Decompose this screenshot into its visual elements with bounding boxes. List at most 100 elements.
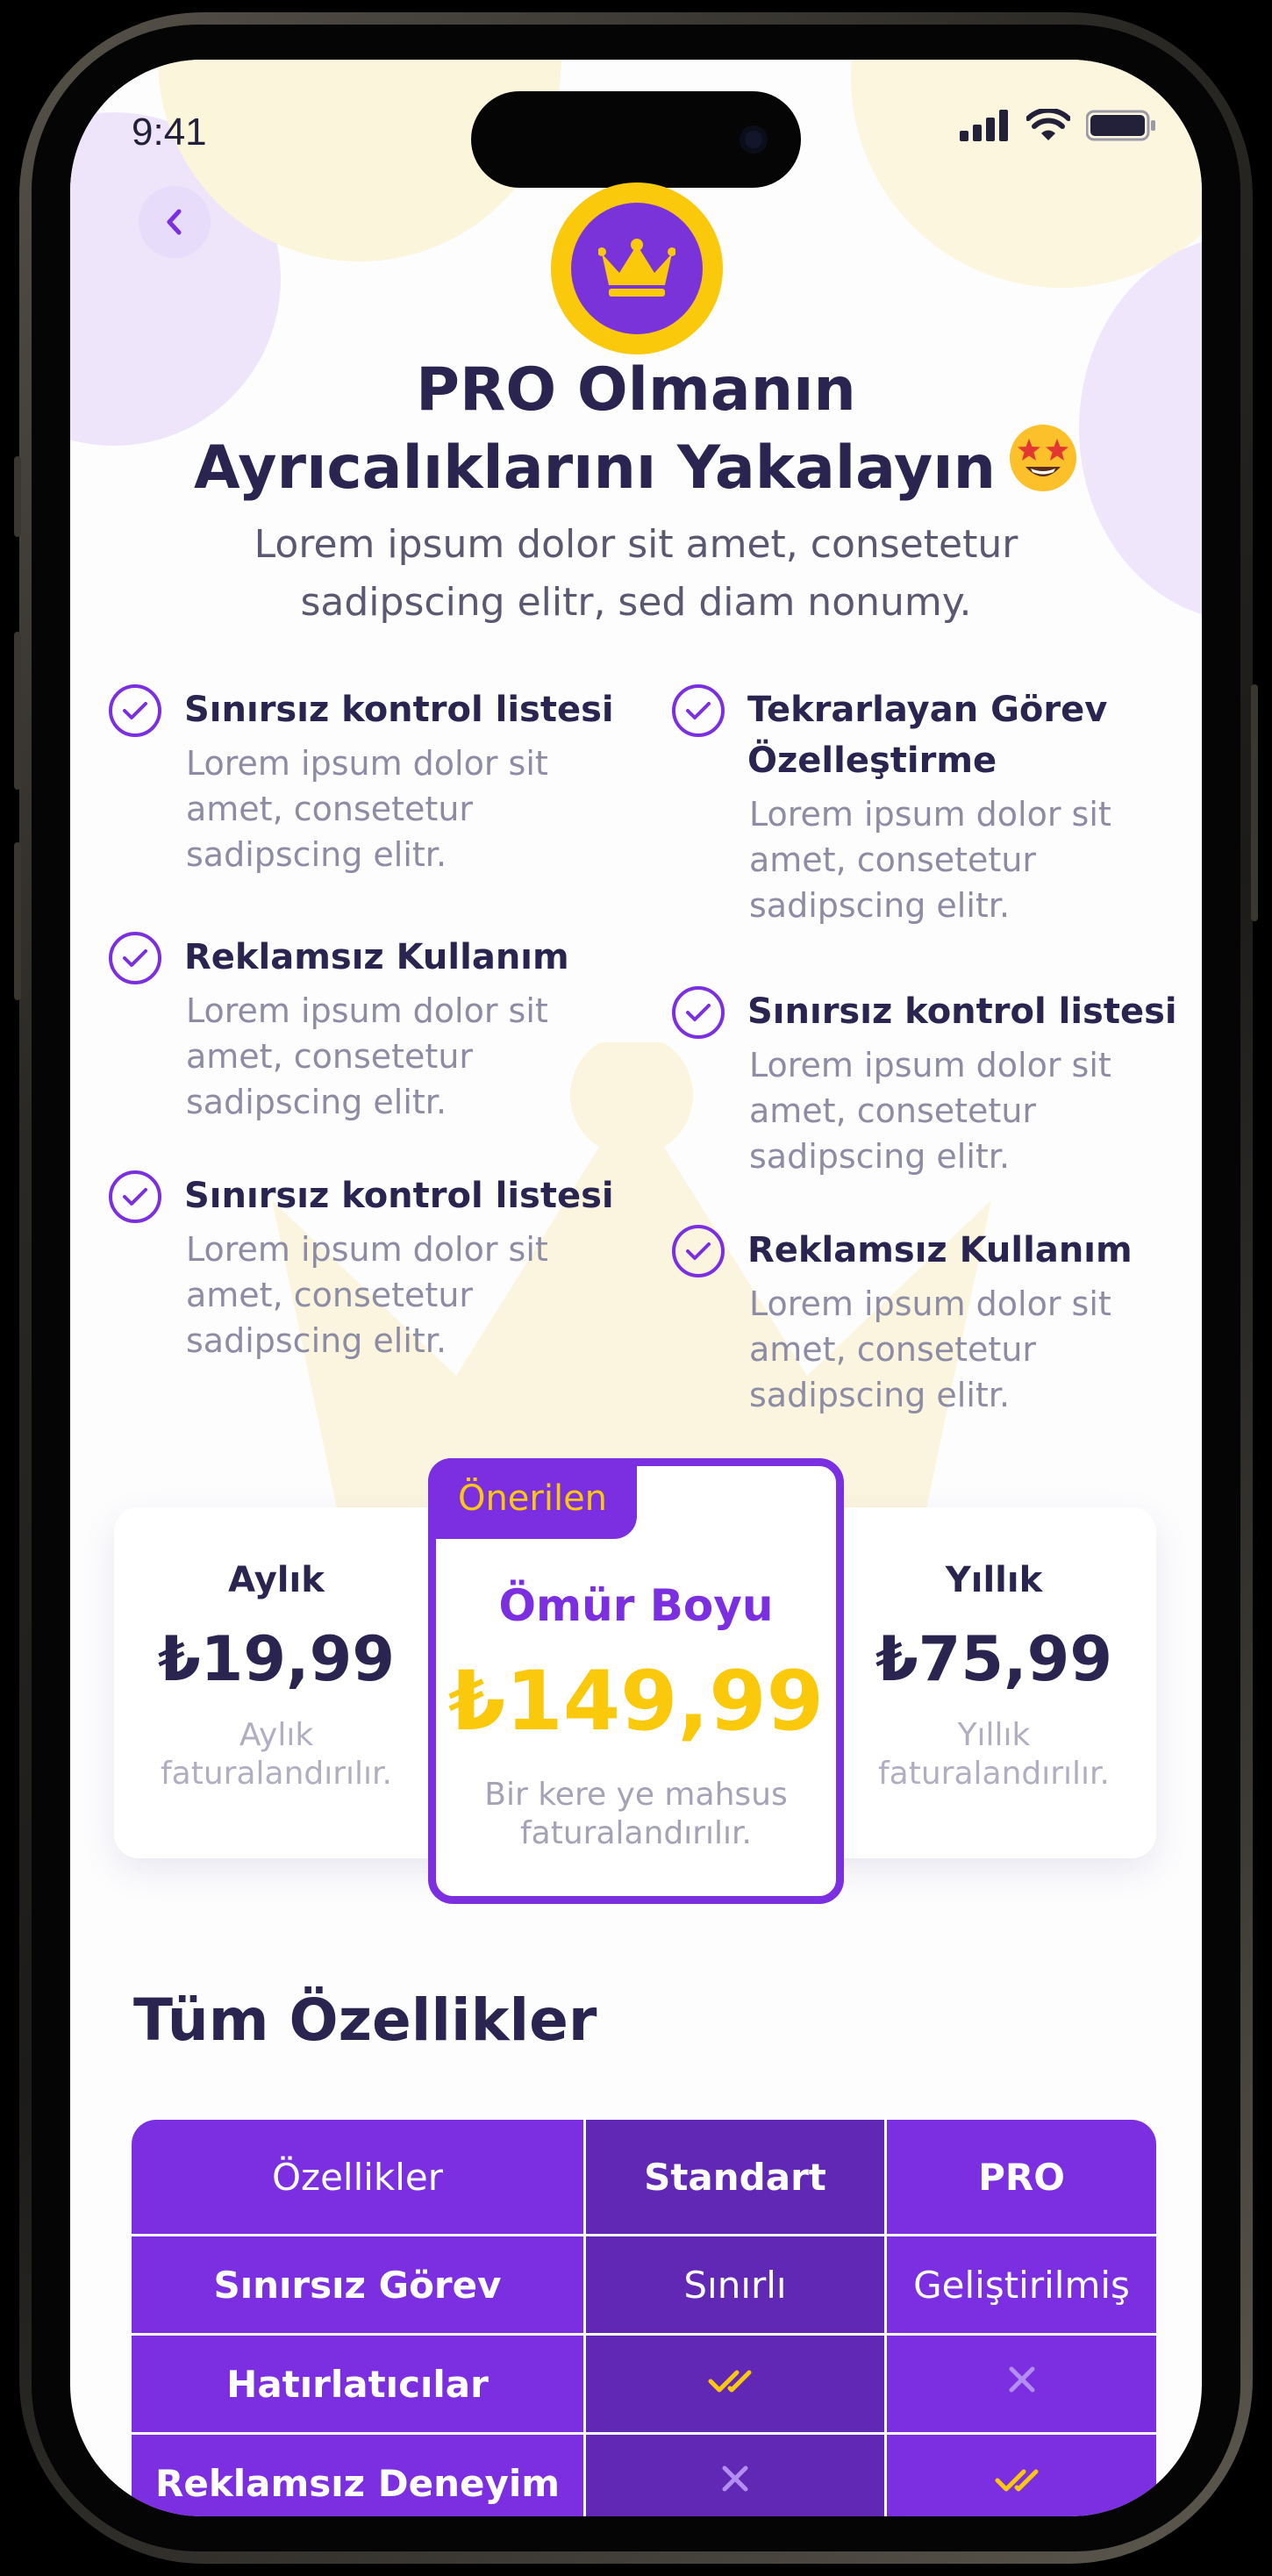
- feature-desc-line: sadipscing elitr.: [749, 1376, 1011, 1414]
- feature-description: Lorem ipsum dolor sit amet, consetetur s…: [186, 741, 618, 877]
- volume-up-button: [14, 632, 21, 790]
- table-header-cell: PRO: [887, 2120, 1156, 2236]
- page-title-line2-text: Ayrıcalıklarını Yakalayın: [194, 433, 996, 503]
- power-button: [1251, 684, 1258, 921]
- page-subtitle: Lorem ipsum dolor sit amet, consetetur s…: [202, 516, 1070, 632]
- table-cell-pro: [887, 2336, 1156, 2435]
- feature-desc-line: amet, consetetur: [749, 841, 1037, 879]
- feature-desc-line: sadipscing elitr.: [186, 835, 447, 874]
- double-check-icon: [708, 2370, 752, 2392]
- camera-icon: [740, 125, 768, 154]
- table-row: Sınırsız Görev Sınırlı Geliştirilmiş: [132, 2236, 1156, 2336]
- status-icons: [960, 109, 1156, 142]
- cellular-signal-icon: [960, 110, 1008, 141]
- feature-item: Sınırsız kontrol listesi Lorem ipsum dol…: [109, 1170, 618, 1363]
- feature-desc-line: Lorem ipsum dolor sit: [749, 1046, 1111, 1084]
- check-circle-icon: [672, 1225, 725, 1277]
- page-title-line2: Ayrıcalıklarını Yakalayın: [70, 423, 1202, 506]
- feature-title-line: Tekrarlayan Görev: [747, 690, 1108, 730]
- pro-badge: [551, 182, 723, 354]
- plan-price: ₺75,99: [875, 1623, 1113, 1695]
- cross-icon: [1009, 2366, 1034, 2393]
- feature-item: Tekrarlayan Görev Özelleştirme Lorem ips…: [672, 684, 1181, 928]
- check-circle-icon: [109, 932, 161, 984]
- app-screen: 9:41 PRO Olmanın Ayrıcalıklarını Yakalay…: [70, 60, 1202, 2516]
- cross-icon: [722, 2465, 748, 2492]
- table-header-row: Özellikler Standart PRO: [132, 2120, 1156, 2236]
- status-time: 9:41: [132, 111, 207, 154]
- feature-title: Reklamsız Kullanım: [184, 937, 569, 977]
- feature-desc-line: sadipscing elitr.: [749, 1137, 1011, 1176]
- plan-billing-note: Yıllık faturalandırılır.: [832, 1716, 1156, 1793]
- subtitle-line1: Lorem ipsum dolor sit amet, consetetur: [254, 522, 1018, 567]
- chevron-left-icon: [167, 209, 182, 235]
- plan-note-line: faturalandırılır.: [877, 1756, 1110, 1792]
- battery-icon: [1086, 110, 1155, 141]
- feature-desc-line: Lorem ipsum dolor sit: [186, 1230, 548, 1269]
- table-cell-standard: Sınırlı: [586, 2236, 887, 2336]
- check-circle-icon: [109, 1170, 161, 1223]
- subtitle-line2: sadipscing elitr, sed diam nonumy.: [300, 580, 972, 625]
- plan-billing-note: Aylık faturalandırılır.: [114, 1716, 439, 1793]
- table-cell-pro: [887, 2435, 1156, 2516]
- feature-desc-line: Lorem ipsum dolor sit: [749, 795, 1111, 834]
- plan-note-line: faturalandırılır.: [519, 1815, 752, 1851]
- table-cell-feature: Sınırsız Görev: [132, 2236, 586, 2336]
- feature-title: Tekrarlayan Görev Özelleştirme: [747, 684, 1181, 786]
- feature-desc-line: amet, consetetur: [749, 1091, 1037, 1130]
- table-cell-feature: Hatırlatıcılar: [132, 2336, 586, 2435]
- plan-yearly[interactable]: Yıllık ₺75,99 Yıllık faturalandırılır.: [832, 1507, 1156, 1858]
- table-cell-standard: [586, 2435, 887, 2516]
- volume-down-button: [14, 842, 21, 1000]
- section-title: Tüm Özellikler: [133, 1986, 597, 2054]
- feature-title: Reklamsız Kullanım: [747, 1230, 1133, 1270]
- back-button[interactable]: [139, 186, 211, 258]
- feature-title: Sınırsız kontrol listesi: [747, 991, 1177, 1032]
- feature-desc-line: Lorem ipsum dolor sit: [186, 991, 548, 1030]
- plan-billing-note: Bir kere ye mahsus faturalandırılır.: [436, 1776, 836, 1853]
- crown-icon: [598, 239, 675, 297]
- feature-desc-line: amet, consetetur: [186, 790, 474, 828]
- dynamic-island: [471, 91, 801, 188]
- plan-name: Aylık: [228, 1560, 325, 1600]
- plan-lifetime[interactable]: Önerilen Ömür Boyu ₺149,99 Bir kere ye m…: [428, 1458, 844, 1904]
- plan-note-line: Bir kere ye mahsus: [484, 1777, 788, 1813]
- feature-desc-line: amet, consetetur: [749, 1330, 1037, 1369]
- page-title-line1: PRO Olmanın: [416, 355, 856, 425]
- feature-title: Sınırsız kontrol listesi: [184, 690, 614, 730]
- table-cell-standard: [586, 2336, 887, 2435]
- feature-item: Reklamsız Kullanım Lorem ipsum dolor sit…: [109, 932, 618, 1125]
- feature-desc-line: amet, consetetur: [186, 1037, 474, 1076]
- page-title: PRO Olmanın Ayrıcalıklarını Yakalayın: [70, 358, 1202, 506]
- silent-switch: [14, 456, 21, 537]
- table-cell-feature: Reklamsız Deneyim: [132, 2435, 586, 2516]
- feature-item: Sınırsız kontrol listesi Lorem ipsum dol…: [672, 986, 1181, 1179]
- feature-description: Lorem ipsum dolor sit amet, consetetur s…: [186, 1227, 618, 1363]
- feature-description: Lorem ipsum dolor sit amet, consetetur s…: [186, 988, 618, 1125]
- table-header-cell: Standart: [586, 2120, 887, 2236]
- plan-name: Yıllık: [945, 1560, 1043, 1600]
- feature-description: Lorem ipsum dolor sit amet, consetetur s…: [749, 791, 1181, 928]
- check-circle-icon: [672, 684, 725, 737]
- star-struck-emoji-icon: [1008, 423, 1078, 506]
- plan-note-line: Aylık: [239, 1717, 314, 1753]
- feature-item: Sınırsız kontrol listesi Lorem ipsum dol…: [109, 684, 618, 877]
- plan-price: ₺149,99: [447, 1654, 825, 1750]
- feature-title-line: Özelleştirme: [747, 741, 997, 781]
- plan-name: Ömür Boyu: [498, 1580, 774, 1631]
- comparison-table: Özellikler Standart PRO Sınırsız Görev S…: [132, 2120, 1156, 2516]
- wifi-icon: [1026, 109, 1070, 140]
- plan-monthly[interactable]: Aylık ₺19,99 Aylık faturalandırılır.: [114, 1507, 439, 1858]
- bg-circle-top-right: [851, 60, 1202, 288]
- check-circle-icon: [109, 684, 161, 737]
- check-circle-icon: [672, 986, 725, 1039]
- feature-desc-line: amet, consetetur: [186, 1276, 474, 1314]
- feature-desc-line: Lorem ipsum dolor sit: [186, 744, 548, 783]
- double-check-icon: [995, 2469, 1038, 2491]
- feature-title: Sınırsız kontrol listesi: [184, 1176, 614, 1216]
- table-cell-pro: Geliştirilmiş: [887, 2236, 1156, 2336]
- feature-description: Lorem ipsum dolor sit amet, consetetur s…: [749, 1042, 1181, 1179]
- recommended-badge: Önerilen: [428, 1458, 637, 1539]
- plan-note-line: Yıllık: [957, 1717, 1031, 1753]
- feature-description: Lorem ipsum dolor sit amet, consetetur s…: [749, 1281, 1181, 1418]
